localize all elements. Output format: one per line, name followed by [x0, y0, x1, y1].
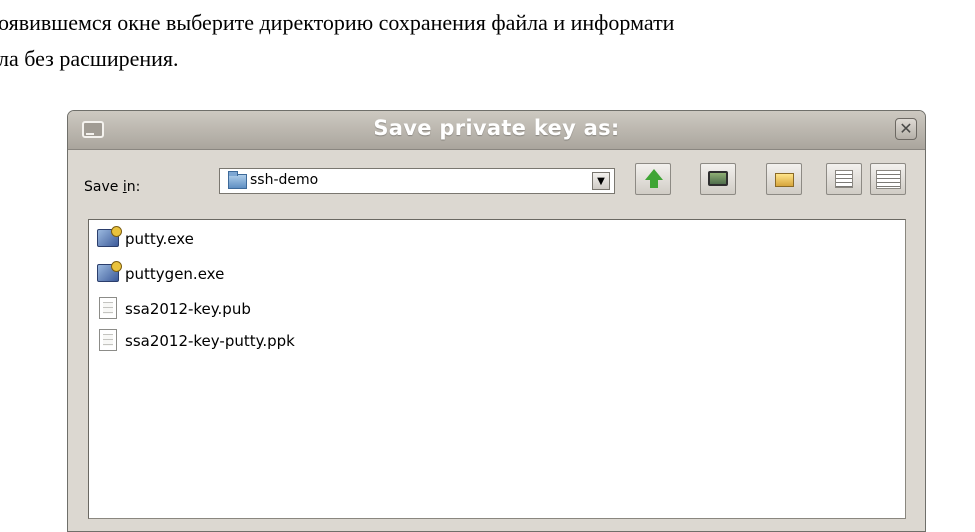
new-folder-button[interactable] — [766, 163, 802, 195]
document-icon — [99, 297, 117, 319]
up-one-level-button[interactable] — [635, 163, 671, 195]
list-view-button[interactable] — [826, 163, 862, 195]
desktop-icon — [708, 171, 728, 186]
desktop-button[interactable] — [700, 163, 736, 195]
dialog-title: Save private key as: — [373, 116, 620, 140]
details-view-button[interactable] — [870, 163, 906, 195]
new-folder-icon — [775, 173, 794, 187]
file-list[interactable]: putty.exe puttygen.exe ssa2012-key.pub s… — [88, 219, 906, 519]
file-name: puttygen.exe — [125, 265, 225, 283]
close-button[interactable]: ✕ — [895, 118, 917, 140]
folder-icon — [228, 171, 247, 189]
list-view-icon — [835, 170, 853, 188]
file-name: putty.exe — [125, 230, 194, 248]
document-icon — [99, 329, 117, 351]
document-text-line-1: оявившемся окне выберите директорию сохр… — [0, 10, 675, 35]
dialog-titlebar[interactable]: Save private key as: ✕ — [68, 111, 925, 150]
exe-icon — [97, 261, 122, 282]
directory-select[interactable]: ssh-demo ▼ — [219, 168, 615, 194]
document-text-line-2: ла без расширения. — [0, 46, 179, 71]
exe-icon — [97, 226, 122, 247]
chevron-down-icon[interactable]: ▼ — [592, 172, 610, 190]
details-view-icon — [876, 170, 901, 189]
up-one-level-icon-stem — [650, 179, 658, 188]
save-in-label: Save in: — [84, 179, 141, 195]
directory-name: ssh-demo — [250, 172, 319, 188]
file-name: ssa2012-key.pub — [125, 300, 251, 318]
file-name: ssa2012-key-putty.ppk — [125, 332, 295, 350]
